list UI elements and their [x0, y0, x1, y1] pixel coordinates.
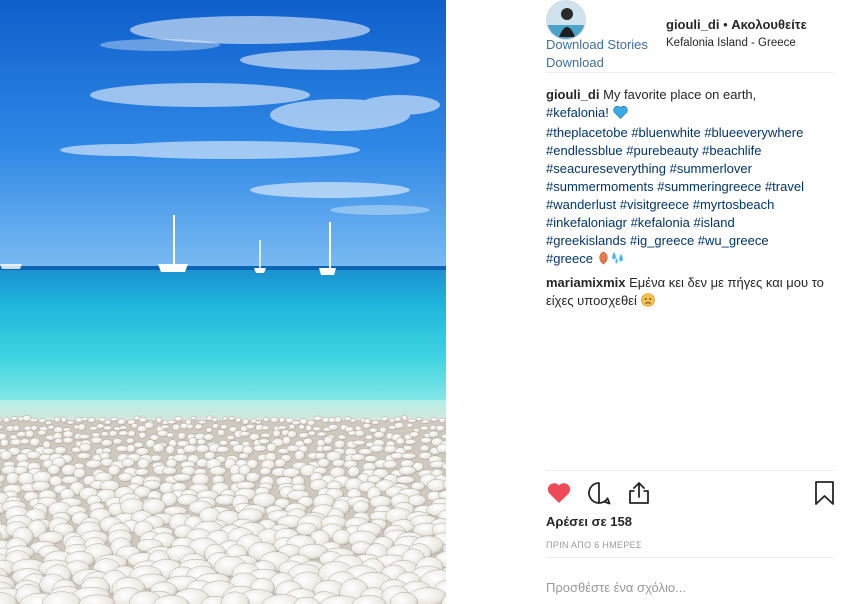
action-bar	[546, 470, 834, 514]
hashtag[interactable]: #blueeverywhere	[704, 125, 803, 140]
share-icon[interactable]	[626, 480, 652, 506]
hashtag[interactable]: #beachlife	[702, 143, 761, 158]
comments-section: giouli_di My favorite place on earth, #k…	[546, 86, 834, 312]
header-separator: •	[723, 17, 728, 32]
caption-username[interactable]: giouli_di	[546, 87, 599, 102]
header-username[interactable]: giouli_di	[666, 17, 719, 32]
hashtag-line: #inkefaloniagr #kefalonia #island	[546, 214, 834, 232]
hashtag[interactable]: #island	[693, 215, 734, 230]
hashtag-line: #wanderlust #visitgreece #myrtosbeach	[546, 196, 834, 214]
hashtag[interactable]: #inkefaloniagr	[546, 215, 627, 230]
blue-heart-icon	[612, 106, 628, 124]
following-button[interactable]: Ακολουθείτε	[731, 17, 807, 32]
hashtag[interactable]: #kefalonia	[631, 215, 690, 230]
hashtag[interactable]: #purebeauty	[626, 143, 698, 158]
comment-icon[interactable]	[586, 480, 612, 506]
hashtag[interactable]: #summeringreece	[657, 179, 761, 194]
hashtag[interactable]: #wanderlust	[546, 197, 616, 212]
hashtag-line: #summermoments #summeringreece #travel	[546, 178, 834, 196]
caption: giouli_di My favorite place on earth, #k…	[546, 86, 834, 270]
post-header: Download Stories Download giouli_di • Ακ…	[546, 0, 834, 73]
hashtag[interactable]: #summermoments	[546, 179, 654, 194]
hashtag-lines: #theplacetobe #bluenwhite #blueeverywher…	[546, 124, 834, 270]
hashtag-line: #theplacetobe #bluenwhite #blueeverywher…	[546, 124, 834, 142]
hashtag[interactable]: #ig_greece	[630, 233, 694, 248]
shell-icon	[597, 251, 610, 270]
hashtag[interactable]: #endlessblue	[546, 143, 623, 158]
location-link[interactable]: Kefalonia Island - Greece	[666, 36, 807, 50]
download-stories-link[interactable]: Download Stories	[546, 37, 648, 52]
post-timestamp[interactable]: ΠΡΙΝ ΑΠΟ 6 ΗΜΕΡΕΣ	[546, 540, 642, 550]
avatar-image	[547, 1, 585, 39]
heart-filled-icon[interactable]	[546, 480, 572, 506]
hashtag-line: #seacureseverything #summerlover	[546, 160, 834, 178]
download-link[interactable]: Download	[546, 55, 604, 70]
hashtag[interactable]: #wu_greece	[698, 233, 769, 248]
droplets-icon	[610, 251, 626, 270]
comment-username[interactable]: mariamixmix	[546, 275, 626, 290]
caption-text: My favorite place on earth,	[603, 87, 757, 102]
hashtag[interactable]: #greece	[546, 251, 593, 266]
add-comment-input[interactable]	[546, 577, 834, 597]
header-text: giouli_di • Ακολουθείτε Kefalonia Island…	[666, 17, 807, 50]
hashtag[interactable]: #myrtosbeach	[693, 197, 775, 212]
hashtag-line: #greekislands #ig_greece #wu_greece	[546, 232, 834, 250]
hashtag[interactable]: #theplacetobe	[546, 125, 628, 140]
likes-count[interactable]: Αρέσει σε 158	[546, 514, 632, 529]
add-comment-section	[546, 557, 834, 604]
hashtag[interactable]: #visitgreece	[620, 197, 689, 212]
hashtag[interactable]: #seacureseverything	[546, 161, 666, 176]
beach-photo	[0, 0, 446, 604]
hashtag[interactable]: #summerlover	[670, 161, 752, 176]
disappointed-face-icon	[640, 293, 655, 312]
hashtag[interactable]: #greekislands	[546, 233, 626, 248]
hashtag[interactable]: #travel	[765, 179, 804, 194]
post-details-panel: Download Stories Download giouli_di • Ακ…	[546, 0, 834, 604]
avatar[interactable]	[546, 0, 586, 40]
header-user-line: giouli_di • Ακολουθείτε	[666, 17, 807, 33]
comment: mariamixmix Εμένα κει δεν με πήγες και μ…	[546, 274, 834, 312]
hashtag-line: #greece	[546, 250, 834, 270]
hashtag[interactable]: #kefalonia!	[546, 105, 609, 120]
hashtag-line: #endlessblue #purebeauty #beachlife	[546, 142, 834, 160]
bookmark-icon[interactable]	[812, 480, 838, 506]
hashtag[interactable]: #bluenwhite	[631, 125, 700, 140]
post-photo[interactable]	[0, 0, 446, 604]
